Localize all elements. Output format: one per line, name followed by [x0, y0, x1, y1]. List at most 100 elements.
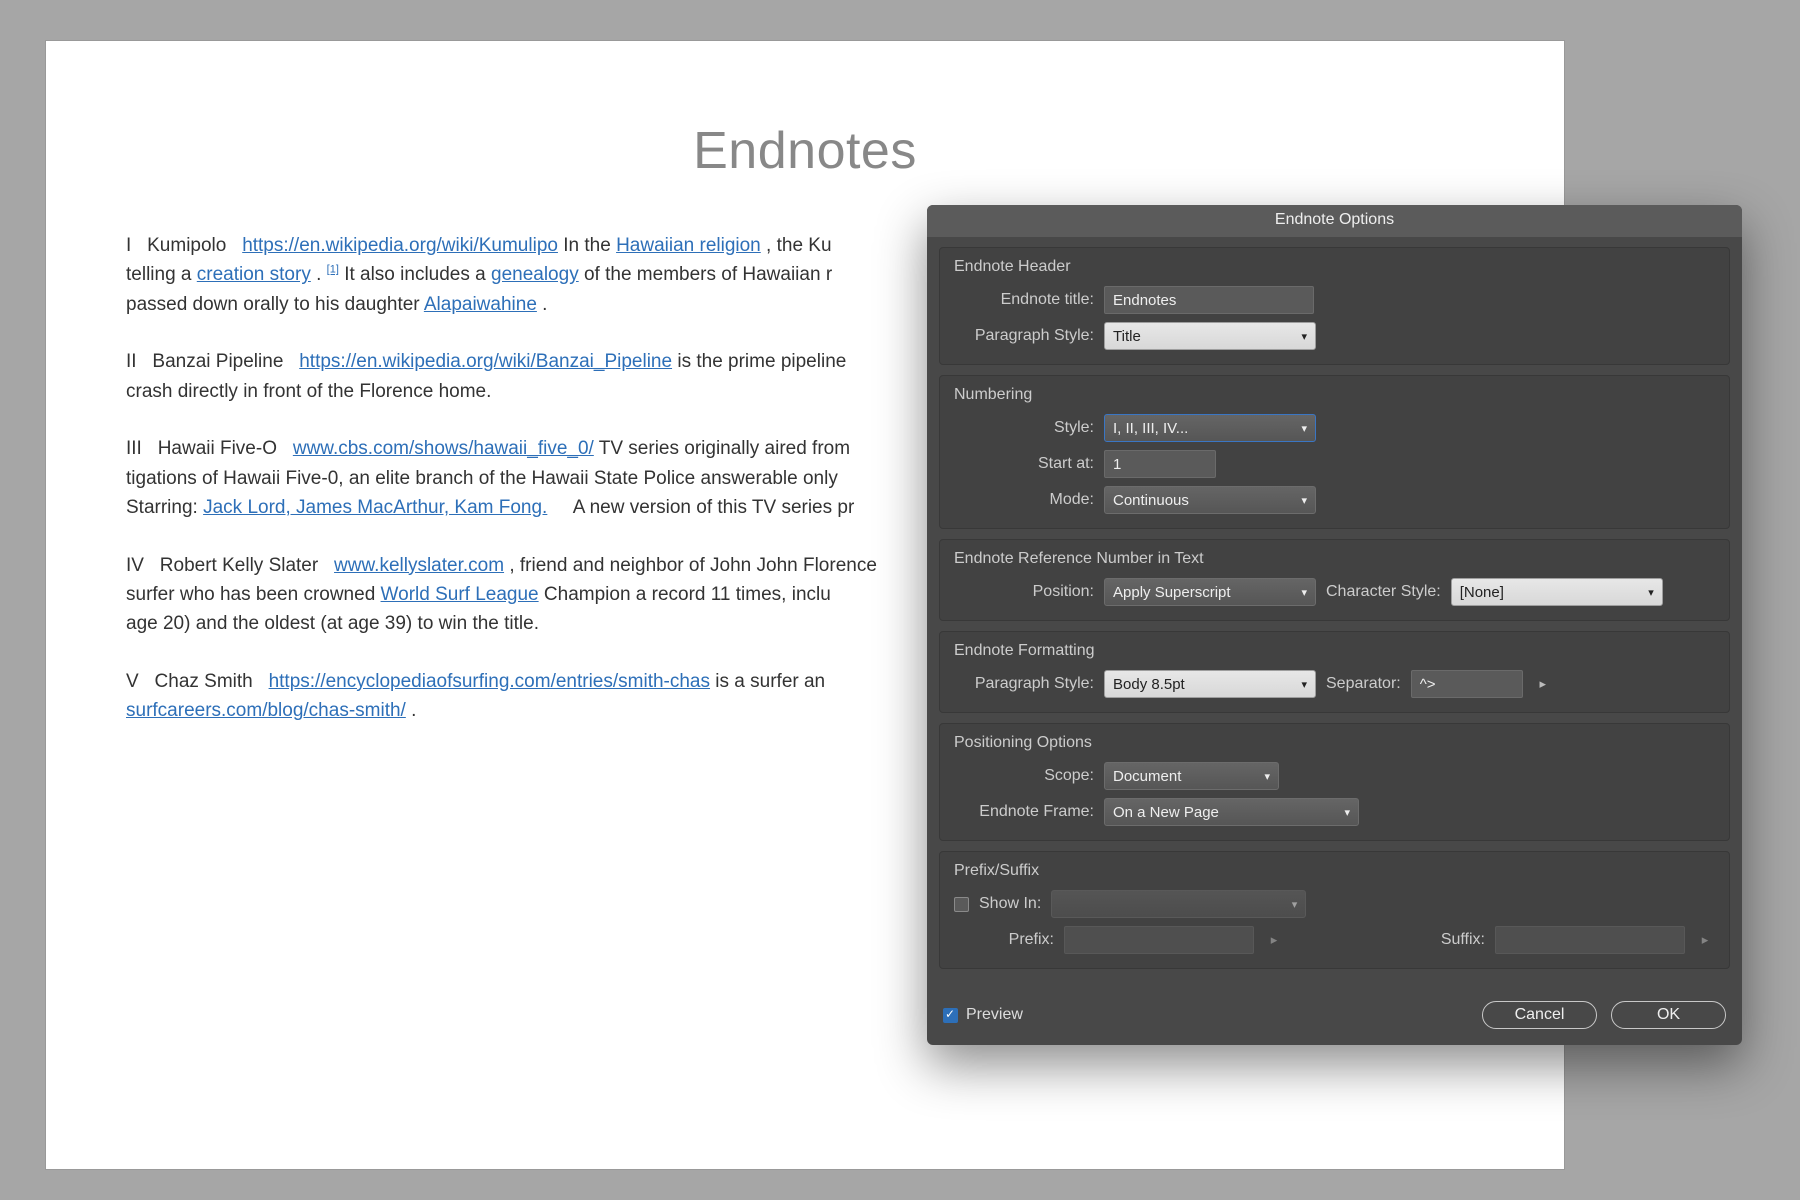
separator-input[interactable] [1411, 670, 1523, 698]
numbering-style-select[interactable]: I, II, III, IV... [1104, 414, 1316, 442]
suffix-menu-icon[interactable] [1695, 932, 1715, 948]
entry-link[interactable]: Jack Lord, James MacArthur, Kam Fong. [203, 497, 547, 518]
chevron-down-icon [1301, 330, 1307, 343]
entry-link[interactable]: genealogy [491, 264, 579, 285]
entry-text: Champion a record 11 times, inclu [544, 584, 831, 605]
chevron-down-icon [1292, 898, 1298, 911]
entry-link[interactable]: surfcareers.com/blog/chas-smith/ [126, 700, 406, 721]
start-at-input[interactable] [1104, 450, 1216, 478]
section-label: Endnote Reference Number in Text [954, 550, 1715, 568]
position-select[interactable]: Apply Superscript [1104, 578, 1316, 606]
select-value: Apply Superscript [1113, 584, 1231, 601]
prefix-input[interactable] [1064, 926, 1254, 954]
separator-label: Separator: [1326, 675, 1401, 693]
dialog-footer: Preview Cancel OK [927, 993, 1742, 1045]
entry-text: . [316, 264, 321, 285]
entry-url-link[interactable]: www.cbs.com/shows/hawaii_five_0/ [293, 438, 594, 459]
endnote-entry: II Banzai Pipeline https://en.wikipedia.… [126, 347, 886, 406]
section-endnote-formatting: Endnote Formatting Paragraph Style: Body… [939, 631, 1730, 713]
entry-link[interactable]: Hawaiian religion [616, 235, 761, 256]
mode-select[interactable]: Continuous [1104, 486, 1316, 514]
prefix-menu-icon[interactable] [1264, 932, 1284, 948]
endnote-title-input[interactable] [1104, 286, 1314, 314]
entry-roman: IV [126, 555, 144, 576]
entry-text: surfer who has been crowned [126, 584, 381, 605]
entry-url-link[interactable]: https://en.wikipedia.org/wiki/Banzai_Pip… [299, 351, 672, 372]
entry-text: , the Ku [766, 235, 832, 256]
select-value: I, II, III, IV... [1113, 420, 1188, 437]
dialog-title: Endnote Options [927, 205, 1742, 237]
numbering-style-label: Style: [954, 419, 1094, 437]
section-prefix-suffix: Prefix/Suffix Show In: Prefix: Suffix: [939, 851, 1730, 969]
separator-menu-icon[interactable] [1533, 676, 1553, 692]
section-label: Positioning Options [954, 734, 1715, 752]
footnote-ref[interactable]: [1] [327, 264, 339, 276]
entry-lead: Chaz Smith [155, 671, 253, 692]
entry-text: is the prime pipeline [677, 351, 846, 372]
endnote-entry: IV Robert Kelly Slater www.kellyslater.c… [126, 551, 886, 639]
entry-text: . [542, 294, 547, 315]
section-endnote-header: Endnote Header Endnote title: Paragraph … [939, 247, 1730, 365]
entry-text: telling a [126, 264, 197, 285]
formatting-pstyle-select[interactable]: Body 8.5pt [1104, 670, 1316, 698]
section-label: Prefix/Suffix [954, 862, 1715, 880]
suffix-input[interactable] [1495, 926, 1685, 954]
section-label: Endnote Formatting [954, 642, 1715, 660]
entry-url-link[interactable]: www.kellyslater.com [334, 555, 504, 576]
cancel-button[interactable]: Cancel [1482, 1001, 1597, 1029]
section-positioning: Positioning Options Scope: Document Endn… [939, 723, 1730, 841]
entry-text: It also includes a [344, 264, 491, 285]
select-value: Document [1113, 768, 1181, 785]
endnote-entry: III Hawaii Five-O www.cbs.com/shows/hawa… [126, 434, 886, 522]
endnotes-body: I Kumipolo https://en.wikipedia.org/wiki… [126, 231, 886, 726]
endnote-entry: V Chaz Smith https://encyclopediaofsurfi… [126, 667, 886, 726]
entry-roman: III [126, 438, 142, 459]
start-at-label: Start at: [954, 455, 1094, 473]
show-in-checkbox[interactable] [954, 897, 969, 912]
entry-text: is a surfer an [715, 671, 825, 692]
select-value: Title [1113, 328, 1141, 345]
scope-select[interactable]: Document [1104, 762, 1279, 790]
preview-checkbox[interactable] [943, 1008, 958, 1023]
entry-link[interactable]: Alapaiwahine [424, 294, 537, 315]
mode-label: Mode: [954, 491, 1094, 509]
page-title: Endnotes [126, 121, 1484, 181]
entry-roman: V [126, 671, 139, 692]
entry-roman: II [126, 351, 137, 372]
chevron-down-icon [1648, 586, 1654, 599]
select-value: On a New Page [1113, 804, 1219, 821]
chevron-down-icon [1301, 494, 1307, 507]
entry-text: Starring: [126, 497, 203, 518]
paragraph-style-select[interactable]: Title [1104, 322, 1316, 350]
entry-link[interactable]: creation story [197, 264, 311, 285]
entry-lead: Banzai Pipeline [152, 351, 283, 372]
endnote-frame-select[interactable]: On a New Page [1104, 798, 1359, 826]
section-label: Numbering [954, 386, 1715, 404]
entry-url-link[interactable]: https://encyclopediaofsurfing.com/entrie… [269, 671, 710, 692]
chevron-down-icon [1301, 586, 1307, 599]
chevron-down-icon [1301, 422, 1307, 435]
entry-roman: I [126, 235, 131, 256]
section-numbering: Numbering Style: I, II, III, IV... Start… [939, 375, 1730, 529]
select-value: [None] [1460, 584, 1504, 601]
character-style-label: Character Style: [1326, 583, 1441, 601]
character-style-select[interactable]: [None] [1451, 578, 1663, 606]
entry-text: . [411, 700, 416, 721]
entry-lead: Kumipolo [147, 235, 226, 256]
chevron-down-icon [1301, 678, 1307, 691]
entry-text: of the members of Hawaiian r [584, 264, 832, 285]
section-reference-number: Endnote Reference Number in Text Positio… [939, 539, 1730, 621]
entry-text: In the [563, 235, 616, 256]
section-label: Endnote Header [954, 258, 1715, 276]
show-in-select[interactable] [1051, 890, 1306, 918]
paragraph-style-label: Paragraph Style: [954, 327, 1094, 345]
position-label: Position: [954, 583, 1094, 601]
entry-url-link[interactable]: https://en.wikipedia.org/wiki/Kumulipo [242, 235, 558, 256]
select-value: Continuous [1113, 492, 1189, 509]
chevron-down-icon [1264, 770, 1270, 783]
entry-link[interactable]: World Surf League [381, 584, 539, 605]
entry-lead: Hawaii Five-O [158, 438, 277, 459]
ok-button[interactable]: OK [1611, 1001, 1726, 1029]
entry-text: passed down orally to his daughter [126, 294, 424, 315]
entry-text: TV series originally aired from [599, 438, 850, 459]
